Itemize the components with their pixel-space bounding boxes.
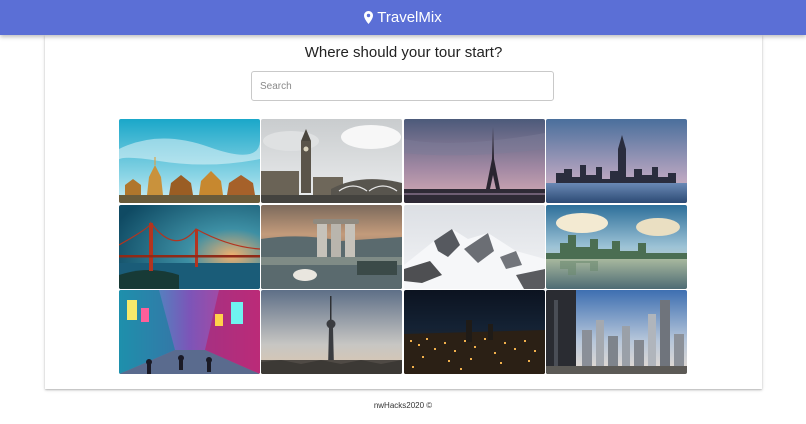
- destination-tile-beijing[interactable]: [545, 290, 687, 374]
- temple-skyline-photo: [119, 119, 260, 203]
- big-ben-photo: [261, 119, 403, 203]
- night-cityscape-photo: [403, 290, 545, 374]
- tv-tower-photo: [261, 290, 403, 374]
- destination-tile-london[interactable]: [261, 119, 403, 203]
- brand[interactable]: TravelMix: [364, 9, 442, 26]
- destination-tile-tokyo[interactable]: [119, 290, 260, 374]
- destination-tile-san-francisco[interactable]: [119, 204, 260, 289]
- map-marker-icon: [364, 11, 374, 24]
- destination-tile-alps[interactable]: [403, 204, 545, 289]
- destination-grid: [119, 119, 688, 375]
- manhattan-skyline-photo: [545, 119, 687, 203]
- top-app-bar: TravelMix: [0, 0, 806, 35]
- golden-gate-bridge-photo: [119, 204, 260, 289]
- main-card: Where should your tour start?: [45, 35, 762, 389]
- app-title: TravelMix: [377, 9, 442, 26]
- footer-credit: nwHacks2020 ©: [373, 401, 433, 410]
- destination-tile-new-york[interactable]: [545, 119, 687, 203]
- destination-tile-night-city[interactable]: [403, 290, 545, 374]
- harbour-skyline-photo: [545, 204, 687, 289]
- eiffel-tower-photo: [403, 119, 545, 203]
- app-root: TravelMix Where should your tour start?: [0, 0, 806, 424]
- destination-tile-singapore[interactable]: [261, 204, 403, 289]
- destination-tile-paris[interactable]: [403, 119, 545, 203]
- snowy-mountain-photo: [403, 204, 545, 289]
- destination-tile-vancouver[interactable]: [545, 204, 687, 289]
- destination-tile-berlin[interactable]: [261, 290, 403, 374]
- page-heading: Where should your tour start?: [304, 44, 503, 61]
- high-rise-skyline-photo: [545, 290, 687, 374]
- neon-street-photo: [119, 290, 260, 374]
- marina-bay-photo: [261, 204, 403, 289]
- search-input[interactable]: [251, 71, 554, 101]
- destination-tile-bangkok[interactable]: [119, 119, 260, 203]
